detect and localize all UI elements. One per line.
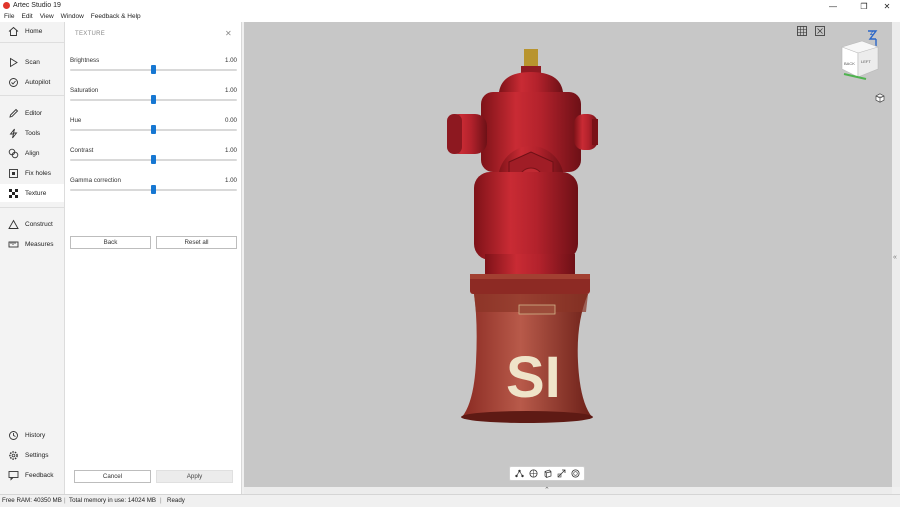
- status-bar: Free RAM: 40350 MB | Total memory in use…: [0, 494, 900, 507]
- window-title: Artec Studio 19: [13, 2, 61, 9]
- 3d-viewport[interactable]: SI BACK LEFT Z: [244, 22, 892, 487]
- chevron-up-icon[interactable]: ⌃: [544, 486, 550, 494]
- slider-saturation[interactable]: Saturation 1.00: [70, 87, 237, 109]
- title-bar: Artec Studio 19 — ❐ ✕: [0, 0, 900, 12]
- pencil-icon: [8, 108, 19, 119]
- sidebar-item-fix-holes[interactable]: Fix holes: [0, 164, 64, 182]
- svg-text:SI: SI: [506, 345, 561, 410]
- menu-file[interactable]: File: [0, 12, 17, 22]
- sidebar-item-align[interactable]: Align: [0, 144, 64, 162]
- app-state-status: Ready: [167, 497, 185, 504]
- menu-window[interactable]: Window: [57, 12, 87, 22]
- sidebar-item-feedback[interactable]: Feedback: [0, 466, 64, 484]
- sidebar-item-tools[interactable]: Tools: [0, 124, 64, 142]
- close-window-button[interactable]: ✕: [876, 0, 898, 12]
- view-cube-axis: Z: [870, 31, 874, 37]
- minimize-button[interactable]: —: [822, 0, 844, 12]
- apply-button[interactable]: Apply: [156, 470, 233, 483]
- cancel-button[interactable]: Cancel: [74, 470, 151, 483]
- sidebar-item-texture[interactable]: Texture: [0, 184, 64, 202]
- right-panel-strip: «: [892, 22, 900, 487]
- home-icon: [8, 26, 19, 37]
- slider-thumb[interactable]: [151, 65, 156, 74]
- slider-thumb[interactable]: [151, 185, 156, 194]
- bottom-panel-strip: ⌃: [244, 487, 892, 494]
- sidebar-item-history[interactable]: History: [0, 426, 64, 444]
- fit-view-icon[interactable]: [815, 26, 825, 36]
- sidebar-item-home[interactable]: Home: [0, 22, 64, 40]
- hierarchy-icon[interactable]: [514, 469, 524, 479]
- perspective-cube-icon[interactable]: [875, 93, 885, 103]
- back-button[interactable]: Back: [70, 236, 151, 249]
- panel-title: TEXTURE: [75, 31, 106, 37]
- chevron-left-icon[interactable]: «: [893, 254, 897, 261]
- chat-icon: [8, 470, 19, 481]
- app-logo-icon: [3, 2, 10, 9]
- sphere-icon[interactable]: [528, 469, 538, 479]
- maximize-button[interactable]: ❐: [853, 0, 875, 12]
- autopilot-icon: [8, 77, 19, 88]
- sidebar-item-settings[interactable]: Settings: [0, 446, 64, 464]
- menu-bar: File Edit View Window Feedback & Help: [0, 12, 900, 22]
- sidebar-item-editor[interactable]: Editor: [0, 104, 64, 122]
- triangle-icon: [8, 219, 19, 230]
- menu-feedback-help[interactable]: Feedback & Help: [87, 12, 144, 22]
- slider-gamma-correction[interactable]: Gamma correction 1.00: [70, 177, 237, 199]
- slider-thumb[interactable]: [151, 155, 156, 164]
- view-toolbar: [509, 466, 585, 481]
- slider-thumb[interactable]: [151, 125, 156, 134]
- reset-all-button[interactable]: Reset all: [156, 236, 237, 249]
- view-cube-front[interactable]: BACK: [844, 61, 855, 66]
- slider-brightness[interactable]: Brightness 1.00: [70, 57, 237, 79]
- lightning-icon: [8, 128, 19, 139]
- fix-holes-icon: [8, 168, 19, 179]
- texture-ball-icon[interactable]: [570, 469, 580, 479]
- menu-edit[interactable]: Edit: [17, 12, 35, 22]
- view-cube[interactable]: BACK LEFT Z: [838, 27, 884, 83]
- sidebar-item-measures[interactable]: Measures: [0, 235, 64, 253]
- menu-view[interactable]: View: [36, 12, 57, 22]
- free-ram-status: Free RAM: 40350 MB: [2, 497, 62, 504]
- align-icon: [8, 148, 19, 159]
- transform-icon[interactable]: [556, 469, 566, 479]
- slider-hue[interactable]: Hue 0.00: [70, 117, 237, 139]
- texture-panel: TEXTURE ✕ Brightness 1.00 Saturation 1.0…: [65, 22, 242, 494]
- texture-icon: [8, 188, 19, 199]
- history-icon: [8, 430, 19, 441]
- sidebar-item-construct[interactable]: Construct: [0, 215, 64, 233]
- hydrant-model[interactable]: SI: [244, 22, 892, 487]
- sidebar-item-autopilot[interactable]: Autopilot: [0, 73, 64, 91]
- sidebar-item-scan[interactable]: Scan: [0, 53, 64, 71]
- slider-thumb[interactable]: [151, 95, 156, 104]
- close-icon[interactable]: ✕: [225, 29, 232, 38]
- total-memory-status: Total memory in use: 14024 MB: [69, 497, 157, 504]
- sidebar: Home Scan Autopilot Editor Tools Align F…: [0, 22, 65, 494]
- slider-contrast[interactable]: Contrast 1.00: [70, 147, 237, 169]
- view-cube-side[interactable]: LEFT: [861, 59, 871, 64]
- gear-icon: [8, 450, 19, 461]
- box-icon[interactable]: [542, 469, 552, 479]
- ruler-icon: [8, 239, 19, 250]
- grid-icon[interactable]: [797, 26, 807, 36]
- play-icon: [8, 57, 19, 68]
